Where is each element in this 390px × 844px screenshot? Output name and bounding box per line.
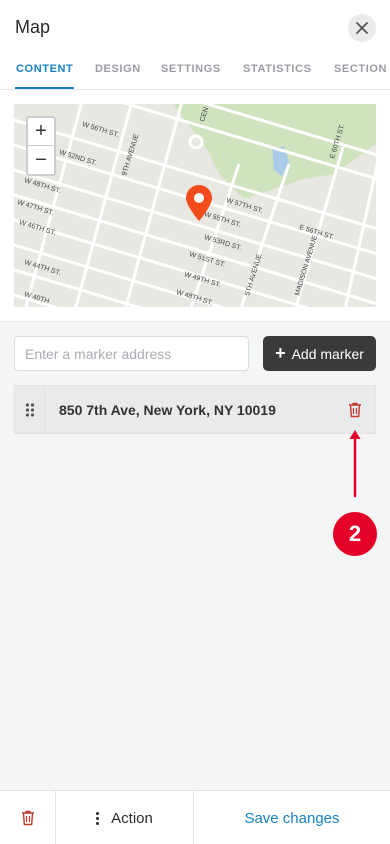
map-zoom-control: + − xyxy=(26,116,56,176)
panel-header: Map CONTENT DESIGN SETTINGS STATISTICS S… xyxy=(0,0,390,90)
tab-design[interactable]: DESIGN xyxy=(95,63,141,75)
close-button[interactable] xyxy=(348,14,376,42)
tab-content[interactable]: CONTENT xyxy=(16,63,73,75)
marker-list-item: 850 7th Ave, New York, NY 10019 xyxy=(14,385,376,434)
marker-address-input[interactable] xyxy=(14,336,249,371)
annotation-arrow xyxy=(349,430,361,498)
add-marker-label: Add marker xyxy=(291,345,364,362)
marker-address: 850 7th Ave, New York, NY 10019 xyxy=(59,402,276,418)
close-icon xyxy=(356,22,368,34)
panel-footer: Action Save changes xyxy=(0,790,390,844)
active-tab-indicator xyxy=(15,87,74,89)
step-badge: 2 xyxy=(333,512,377,556)
marker-controls: + Add marker 850 7th Ave, New York, NY 1… xyxy=(0,322,390,792)
action-menu-button[interactable]: Action xyxy=(56,791,194,844)
zoom-out-button[interactable]: − xyxy=(28,146,54,174)
add-marker-button[interactable]: + Add marker xyxy=(263,336,376,371)
zoom-in-button[interactable]: + xyxy=(28,118,54,146)
save-changes-button[interactable]: Save changes xyxy=(194,791,390,844)
panel-title: Map xyxy=(15,17,51,37)
map-section: W 56TH ST. W 52ND ST. W 48TH ST. W 47TH … xyxy=(0,90,390,322)
plus-icon: + xyxy=(275,342,286,363)
map-pin-icon[interactable] xyxy=(184,184,214,222)
tab-section[interactable]: SECTION xyxy=(334,63,387,75)
more-vertical-icon xyxy=(96,811,100,825)
tab-statistics[interactable]: STATISTICS xyxy=(243,63,312,75)
tab-bar: CONTENT DESIGN SETTINGS STATISTICS SECTI… xyxy=(0,56,390,90)
action-label: Action xyxy=(111,809,153,827)
delete-button[interactable] xyxy=(0,791,56,844)
delete-marker-icon[interactable] xyxy=(348,402,362,418)
tab-settings[interactable]: SETTINGS xyxy=(161,63,221,75)
trash-icon xyxy=(21,810,34,826)
drag-handle-icon[interactable] xyxy=(15,386,45,433)
